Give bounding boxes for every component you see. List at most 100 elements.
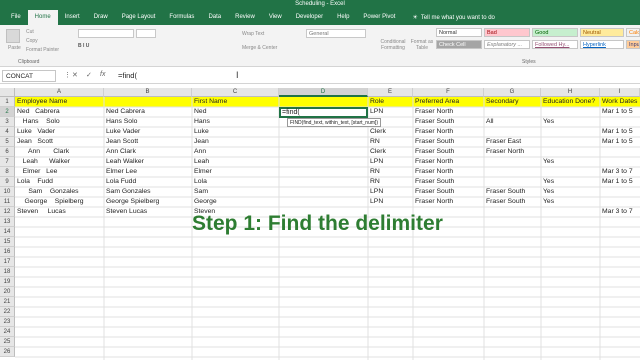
row-header-24[interactable]: 24 [0, 327, 15, 337]
copy-button[interactable]: Copy [26, 38, 38, 44]
name-box[interactable]: CONCAT [2, 70, 56, 82]
column-header-c[interactable]: C [192, 88, 279, 97]
cell-h9[interactable]: Yes [541, 177, 554, 187]
tab-draw[interactable]: Draw [87, 10, 115, 25]
select-all-button[interactable] [0, 88, 15, 97]
row-header-11[interactable]: 11 [0, 197, 15, 207]
cell-b6[interactable]: Ann Clark [104, 147, 136, 157]
row-header-9[interactable]: 9 [0, 177, 15, 187]
cell-a9[interactable]: Lola Fudd [15, 177, 53, 187]
row-header-5[interactable]: 5 [0, 137, 15, 147]
column-header-f[interactable]: F [413, 88, 484, 97]
cell-h7[interactable]: Yes [541, 157, 554, 167]
cell-c6[interactable]: Ann [192, 147, 206, 157]
cell-a5[interactable]: Jean Scott [15, 137, 53, 147]
cell-e6[interactable]: Clerk [368, 147, 386, 157]
cell-g10[interactable]: Fraser South [484, 187, 525, 197]
cell-g11[interactable]: Fraser South [484, 197, 525, 207]
tab-developer[interactable]: Developer [289, 10, 330, 25]
conditional-formatting-button[interactable]: Conditional Formatting [378, 39, 408, 51]
cell-h10[interactable]: Yes [541, 187, 554, 197]
row-header-10[interactable]: 10 [0, 187, 15, 197]
cell-f3[interactable]: Fraser South [413, 117, 454, 127]
style-bad[interactable]: Bad [484, 28, 530, 37]
cell-e11[interactable]: LPN [368, 197, 383, 207]
cell-b4[interactable]: Luke Vader [104, 127, 140, 137]
cell-f2[interactable]: Fraser North [413, 107, 453, 117]
cell-b2[interactable]: Ned Cabrera [104, 107, 145, 117]
cell-a6[interactable]: Ann Clark [15, 147, 69, 157]
cancel-icon[interactable]: ✕ [72, 71, 78, 79]
number-format-select[interactable]: General [306, 29, 366, 38]
row-header-22[interactable]: 22 [0, 307, 15, 317]
column-header-h[interactable]: H [541, 88, 600, 97]
cell-i1[interactable]: Work Dates [600, 97, 637, 107]
cell-c7[interactable]: Leah [192, 157, 209, 167]
row-header-7[interactable]: 7 [0, 157, 15, 167]
cell-c3[interactable]: Hans [192, 117, 210, 127]
cell-a8[interactable]: Elmer Lee [15, 167, 58, 177]
tab-home[interactable]: Home [27, 10, 58, 25]
tab-file[interactable]: File [4, 10, 28, 25]
paste-button[interactable]: Paste [8, 45, 21, 51]
cell-e2[interactable]: LPN [368, 107, 383, 117]
cell-h11[interactable]: Yes [541, 197, 554, 207]
cell-c10[interactable]: Sam [192, 187, 208, 197]
cell-a4[interactable]: Luke Vader [15, 127, 55, 137]
cell-f9[interactable]: Fraser South [413, 177, 454, 187]
row-header-14[interactable]: 14 [0, 227, 15, 237]
row-header-4[interactable]: 4 [0, 127, 15, 137]
style-normal[interactable]: Normal [436, 28, 482, 37]
cell-a1[interactable]: Employee Name [15, 97, 67, 107]
cell-b12[interactable]: Steven Lucas [104, 207, 147, 217]
style-calculation[interactable]: Calcu [626, 28, 640, 37]
cell-c1[interactable]: First Name [192, 97, 227, 107]
column-header-e[interactable]: E [368, 88, 413, 97]
cell-g1[interactable]: Secondary [484, 97, 519, 107]
tab-view[interactable]: View [262, 10, 289, 25]
cell-h1[interactable]: Education Done? [541, 97, 595, 107]
paste-icon[interactable] [6, 29, 20, 43]
row-header-17[interactable]: 17 [0, 257, 15, 267]
style-good[interactable]: Good [532, 28, 578, 37]
column-header-d[interactable]: D [279, 88, 368, 97]
style-input[interactable]: Input [626, 40, 640, 49]
tab-power-pivot[interactable]: Power Pivot [356, 10, 402, 25]
cell-g3[interactable]: All [484, 117, 494, 127]
cell-b10[interactable]: Sam Gonzales [104, 187, 151, 197]
cell-e9[interactable]: RN [368, 177, 380, 187]
cell-a12[interactable]: Steven Lucas [15, 207, 66, 217]
cell-i5[interactable]: Mar 1 to 5 [600, 137, 633, 147]
cut-button[interactable]: Cut [26, 29, 34, 35]
row-header-21[interactable]: 21 [0, 297, 15, 307]
cell-b11[interactable]: George Spielberg [104, 197, 159, 207]
column-header-b[interactable]: B [104, 88, 192, 97]
cell-a3[interactable]: Hans Solo [15, 117, 60, 127]
row-header-16[interactable]: 16 [0, 247, 15, 257]
format-painter-button[interactable]: Format Painter [26, 47, 59, 53]
formula-input[interactable]: =find( [118, 71, 137, 80]
cell-a7[interactable]: Leah Walker [15, 157, 70, 167]
cell-c2[interactable]: Ned [192, 107, 206, 117]
cell-g5[interactable]: Fraser East [484, 137, 521, 147]
insert-function-icon[interactable]: fx [100, 71, 105, 78]
cell-f10[interactable]: Fraser South [413, 187, 454, 197]
cell-e4[interactable]: Clerk [368, 127, 386, 137]
cell-i12[interactable]: Mar 3 to 7 [600, 207, 633, 217]
row-header-26[interactable]: 26 [0, 347, 15, 357]
cell-i4[interactable]: Mar 1 to 5 [600, 127, 633, 137]
active-cell-d2[interactable]: =find( [279, 107, 368, 118]
cell-f8[interactable]: Fraser North [413, 167, 453, 177]
row-header-6[interactable]: 6 [0, 147, 15, 157]
enter-icon[interactable]: ✓ [86, 71, 92, 79]
row-header-1[interactable]: 1 [0, 97, 15, 107]
tab-help[interactable]: Help [330, 10, 356, 25]
cell-i9[interactable]: Mar 1 to 5 [600, 177, 633, 187]
cell-a11[interactable]: George Spielberg [15, 197, 84, 207]
cell-g6[interactable]: Fraser North [484, 147, 524, 157]
row-header-3[interactable]: 3 [0, 117, 15, 127]
bold-italic-underline-icons[interactable]: B I U [78, 43, 89, 49]
cell-e7[interactable]: LPN [368, 157, 383, 167]
cell-f5[interactable]: Fraser South [413, 137, 454, 147]
cell-f1[interactable]: Preferred Area [413, 97, 459, 107]
